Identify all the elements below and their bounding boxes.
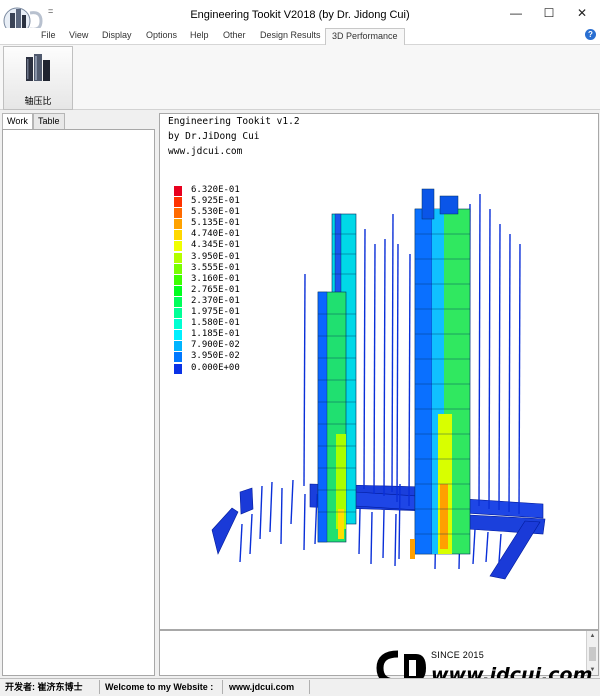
legend-value: 7.900E-02 <box>191 340 240 351</box>
status-welcome: Welcome to my Website : <box>102 680 223 694</box>
legend-swatch <box>174 363 182 374</box>
ribbon-panel: 轴压比 <box>0 45 600 110</box>
menu-help[interactable]: Help <box>190 30 209 40</box>
legend-swatch <box>174 274 182 285</box>
menu-other[interactable]: Other <box>223 30 246 40</box>
tab-work[interactable]: Work <box>2 113 33 130</box>
legend-value: 3.160E-01 <box>191 273 240 284</box>
legend-swatch <box>174 341 182 352</box>
legend-swatch <box>174 186 182 196</box>
legend-swatch <box>174 252 182 263</box>
legend-value: 3.950E-02 <box>191 351 240 362</box>
3d-viewport[interactable]: Engineering Tookit v1.2 by Dr.JiDong Cui… <box>159 113 599 630</box>
ribbon-button-label: 轴压比 <box>24 96 52 106</box>
legend-value: 3.555E-01 <box>191 262 240 273</box>
menu-view[interactable]: View <box>69 30 88 40</box>
maximize-button[interactable]: ☐ <box>536 4 562 22</box>
legend-value: 3.950E-01 <box>191 251 240 262</box>
menu-display[interactable]: Display <box>102 30 132 40</box>
legend-swatch <box>174 296 182 307</box>
legend-value: 4.740E-01 <box>191 229 240 240</box>
legend-swatch <box>174 330 182 341</box>
legend-value: 2.765E-01 <box>191 284 240 295</box>
menu-3d-performance[interactable]: 3D Performance <box>325 28 405 46</box>
legend-value: 5.530E-01 <box>191 207 240 218</box>
watermark-since: SINCE 2015 <box>431 650 485 660</box>
menu-options[interactable]: Options <box>146 30 177 40</box>
legend-swatch <box>174 197 182 208</box>
status-author: 开发者: 崔济东博士 <box>2 680 100 694</box>
legend-swatch <box>174 285 182 296</box>
status-url[interactable]: www.jdcui.com <box>226 680 310 694</box>
work-tree[interactable] <box>2 129 155 676</box>
axial-compression-ratio-button[interactable]: 轴压比 <box>3 46 73 110</box>
legend-swatch <box>174 263 182 274</box>
legend-swatch <box>174 241 182 252</box>
legend-swatch <box>174 352 182 363</box>
menu-design-results[interactable]: Design Results <box>260 30 321 40</box>
legend-value: 2.370E-01 <box>191 295 240 306</box>
legend-value: 4.345E-01 <box>191 240 240 251</box>
legend-value: 1.975E-01 <box>191 307 240 318</box>
legend-value: 5.135E-01 <box>191 218 240 229</box>
building-icon <box>26 54 50 81</box>
menu-file[interactable]: File <box>41 30 56 40</box>
legend-value: 1.185E-01 <box>191 329 240 340</box>
legend-swatch <box>174 219 182 230</box>
left-panel: Work Table <box>2 113 155 676</box>
title-bar: = Engineering Tookit V2018 (by Dr. Jidon… <box>0 0 600 28</box>
legend-value: 5.925E-01 <box>191 196 240 207</box>
close-button[interactable]: ✕ <box>569 4 595 22</box>
legend-value: 0.000E+00 <box>191 362 240 373</box>
help-icon[interactable]: ? <box>585 29 596 40</box>
menu-bar: File View Display Options Help Other Des… <box>0 28 600 46</box>
minimize-button[interactable]: — <box>503 4 529 22</box>
legend-swatch <box>174 319 182 330</box>
legend-swatch <box>174 230 182 241</box>
legend-value: 1.580E-01 <box>191 318 240 329</box>
legend-value: 6.320E-01 <box>191 185 240 195</box>
legend-swatch <box>174 308 182 319</box>
tab-table[interactable]: Table <box>33 113 65 129</box>
status-bar: 开发者: 崔济东博士 Welcome to my Website : www.j… <box>0 678 600 696</box>
legend-swatch <box>174 208 182 219</box>
